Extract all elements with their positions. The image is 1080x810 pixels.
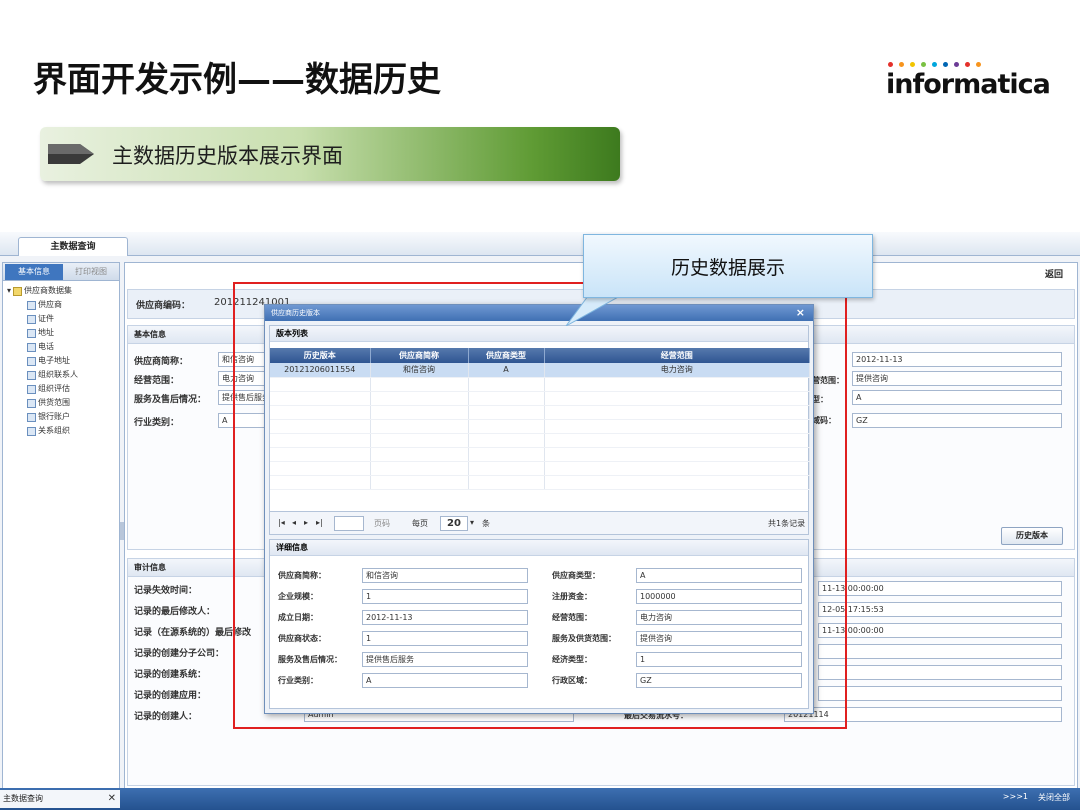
- entity-icon: [27, 314, 36, 324]
- entity-icon: [27, 356, 36, 366]
- entity-icon: [27, 342, 36, 352]
- field-label: 经营范围：: [134, 376, 180, 386]
- logo-dot: [965, 62, 970, 67]
- field-label: 记录的创建分子公司：: [134, 649, 225, 659]
- history-version-button[interactable]: 历史版本: [1001, 527, 1063, 545]
- supplier-code-label: 供应商编码：: [136, 301, 191, 311]
- logo-dots: [888, 62, 1036, 67]
- tab-main-data-query[interactable]: 主数据查询: [18, 237, 128, 256]
- folder-icon: [13, 286, 23, 296]
- field-label: 供应商简称：: [134, 357, 189, 367]
- highlight-frame: [233, 282, 847, 729]
- close-icon[interactable]: ✕: [108, 790, 116, 808]
- entity-icon: [27, 300, 36, 310]
- tree-item-certificate[interactable]: 证件: [7, 312, 115, 326]
- field-value[interactable]: 提供咨询: [852, 371, 1062, 386]
- callout-box: 历史数据展示: [583, 234, 873, 298]
- status-bar: 主数据查询 ✕ >>>1 关闭全部: [0, 788, 1080, 810]
- logo-dot: [932, 62, 937, 67]
- field-value[interactable]: 2012-11-13: [852, 352, 1062, 367]
- logo-dot: [943, 62, 948, 67]
- field-value[interactable]: 11-13 00:00:00: [818, 623, 1062, 638]
- tree-item-supply-range[interactable]: 供货范围: [7, 396, 115, 410]
- tree-item-supplier[interactable]: 供应商: [7, 298, 115, 312]
- tree-item-phone[interactable]: 电话: [7, 340, 115, 354]
- entity-icon: [27, 412, 36, 422]
- field-value[interactable]: 12-05 17:15:53: [818, 602, 1062, 617]
- field-value[interactable]: A: [852, 390, 1062, 405]
- slide-subtitle: 主数据历史版本展示界面: [112, 144, 343, 168]
- tree-item-bank-account[interactable]: 银行账户: [7, 410, 115, 424]
- subtitle-banner: 主数据历史版本展示界面: [40, 127, 620, 181]
- tree-root-supplier-dataset[interactable]: ▾ 供应商数据集: [7, 284, 115, 298]
- field-label: 行业类别：: [134, 418, 180, 428]
- entity-icon: [27, 370, 36, 380]
- tree-item-contact[interactable]: 组织联系人: [7, 368, 115, 382]
- callout-pointer: [565, 296, 622, 326]
- callout-text: 历史数据展示: [670, 257, 785, 279]
- entity-icon: [27, 398, 36, 408]
- field-label: 记录的创建人：: [134, 712, 198, 722]
- tab-basic-info[interactable]: 基本信息: [5, 264, 63, 280]
- logo-dot: [921, 62, 926, 67]
- tab-list-button[interactable]: >>>1: [1003, 792, 1028, 803]
- tree-item-email[interactable]: 电子地址: [7, 354, 115, 368]
- close-all-button[interactable]: 关闭全部: [1038, 792, 1070, 803]
- return-button[interactable]: 返回: [1045, 267, 1063, 280]
- left-tabs: 基本信息 打印视图: [3, 263, 119, 281]
- entity-icon: [27, 384, 36, 394]
- logo-dot: [954, 62, 959, 67]
- arrow-icon: [48, 144, 94, 164]
- tab-print-view[interactable]: 打印视图: [65, 264, 117, 280]
- field-value[interactable]: [818, 644, 1062, 659]
- status-right: >>>1 关闭全部: [1003, 792, 1070, 803]
- expand-arrow-icon[interactable]: ▾: [7, 284, 11, 298]
- field-value[interactable]: [818, 686, 1062, 701]
- logo-wordmark: informatica: [886, 69, 1051, 100]
- slide-title: 界面开发示例——数据历史: [33, 60, 441, 100]
- entity-tree: ▾ 供应商数据集 供应商 证件 地址 电话 电子地址 组织联系人 组织评估 供货…: [3, 281, 119, 441]
- tree-item-relation[interactable]: 关系组织: [7, 424, 115, 438]
- status-tab[interactable]: 主数据查询 ✕: [0, 790, 120, 808]
- field-label: 记录的创建应用：: [134, 691, 207, 701]
- tree-item-address[interactable]: 地址: [7, 326, 115, 340]
- logo-dot: [976, 62, 981, 67]
- tree-item-evaluation[interactable]: 组织评估: [7, 382, 115, 396]
- informatica-logo: informatica: [886, 62, 1051, 112]
- entity-icon: [27, 426, 36, 436]
- logo-dot: [888, 62, 893, 67]
- field-label: 服务及售后情况：: [134, 395, 207, 405]
- left-panel: 基本信息 打印视图 ▾ 供应商数据集 供应商 证件 地址 电话 电子地址 组织联…: [2, 262, 120, 789]
- field-label: 记录失效时间：: [134, 586, 198, 596]
- logo-dot: [899, 62, 904, 67]
- field-value[interactable]: 11-13 00:00:00: [818, 581, 1062, 596]
- logo-dot: [910, 62, 915, 67]
- field-label: 记录的最后修改人：: [134, 607, 216, 617]
- field-value[interactable]: GZ: [852, 413, 1062, 428]
- top-tabbar: 主数据查询: [0, 232, 1080, 256]
- field-value[interactable]: [818, 665, 1062, 680]
- entity-icon: [27, 328, 36, 338]
- field-label: 记录的创建系统：: [134, 670, 207, 680]
